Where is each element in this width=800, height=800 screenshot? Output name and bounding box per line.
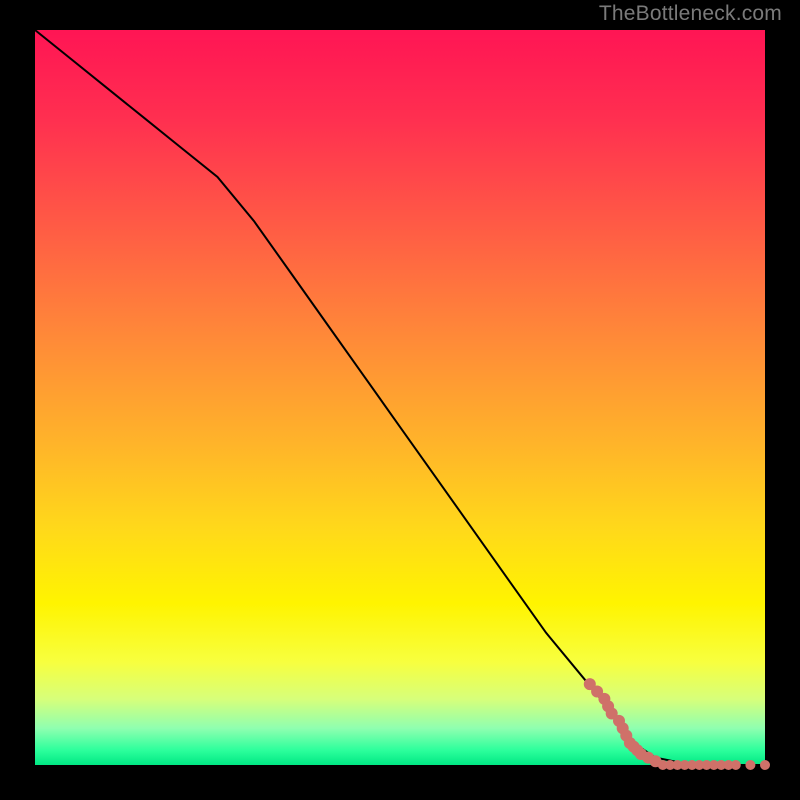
data-point [745, 760, 755, 770]
chart-overlay [35, 30, 765, 765]
chart-frame: TheBottleneck.com [0, 0, 800, 800]
data-point [760, 760, 770, 770]
data-point [731, 760, 741, 770]
bottleneck-curve-line [35, 30, 765, 765]
measured-points-group [584, 678, 770, 770]
attribution-label: TheBottleneck.com [599, 2, 782, 26]
